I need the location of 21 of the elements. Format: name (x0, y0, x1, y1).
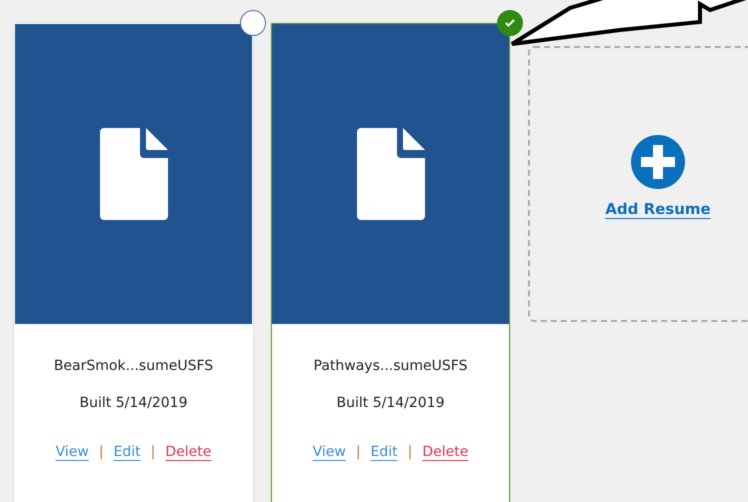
build-date: Built 5/14/2019 (80, 395, 188, 411)
edit-link[interactable]: Edit (370, 444, 398, 460)
separator: | (98, 444, 104, 460)
document-icon (356, 128, 424, 220)
delete-link[interactable]: Delete (422, 444, 468, 460)
separator: | (408, 444, 412, 460)
edit-link[interactable]: Edit (114, 444, 141, 460)
view-link[interactable]: View (312, 444, 346, 460)
add-resume-link[interactable]: Add Resume (605, 200, 711, 218)
add-icon[interactable] (630, 134, 686, 190)
add-resume-card[interactable]: Add Resume (528, 46, 748, 322)
delete-link[interactable]: Delete (165, 444, 212, 460)
separator: | (150, 444, 156, 460)
view-link[interactable]: View (56, 444, 89, 460)
resume-name: Pathways...sumeUSFS (314, 358, 468, 374)
resume-name: BearSmok...sumeUSFS (54, 358, 214, 374)
document-icon (100, 128, 168, 220)
select-circle[interactable] (240, 10, 266, 36)
build-date: Built 5/14/2019 (336, 395, 444, 411)
selected-check-icon[interactable] (497, 10, 523, 36)
separator: | (356, 444, 361, 460)
